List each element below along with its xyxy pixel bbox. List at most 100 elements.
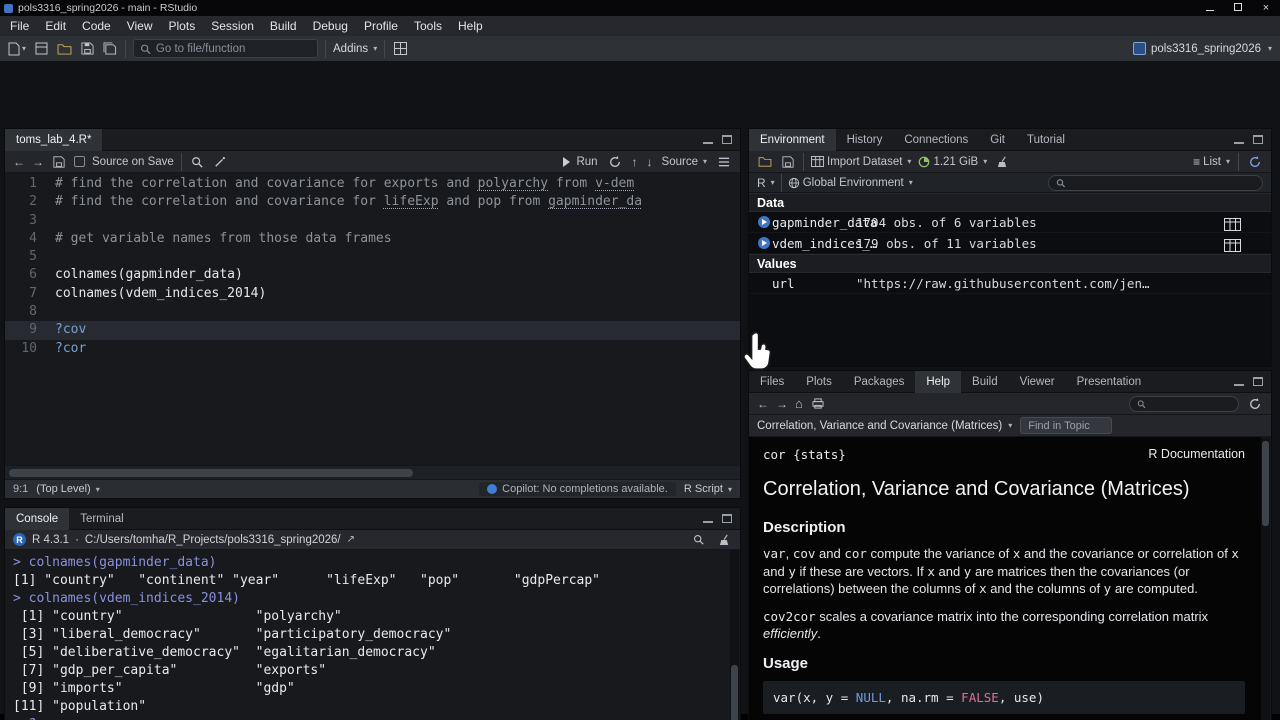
file-type-selector[interactable]: R Script ▾	[684, 483, 732, 495]
environment-row[interactable]: vdem_indices_… 179 obs. of 11 variables	[749, 233, 1271, 254]
new-file-icon[interactable]: ▾	[8, 39, 26, 59]
list-view-selector[interactable]: ≡ List ▾	[1193, 155, 1230, 169]
tab-environment[interactable]: Environment	[749, 129, 836, 151]
source-on-save-toggle[interactable]: Source on Save	[74, 156, 174, 168]
tab-toms-lab-4[interactable]: toms_lab_4.R*	[5, 129, 103, 151]
maximize-button[interactable]	[1224, 0, 1252, 16]
tab-tutorial[interactable]: Tutorial	[1016, 129, 1076, 151]
menu-profile[interactable]: Profile	[356, 16, 406, 36]
back-icon[interactable]: ←	[757, 397, 769, 411]
help-search-input[interactable]	[1149, 397, 1231, 410]
tab-connections[interactable]: Connections	[893, 129, 979, 151]
console-search-icon[interactable]	[690, 530, 706, 550]
load-workspace-icon[interactable]	[757, 152, 773, 172]
tab-presentation[interactable]: Presentation	[1066, 371, 1153, 393]
back-icon[interactable]: ←	[13, 155, 25, 169]
home-icon[interactable]: ⌂	[795, 396, 803, 411]
open-in-new-icon[interactable]: ↗	[347, 534, 355, 545]
new-project-icon[interactable]	[33, 39, 49, 59]
import-dataset-button[interactable]: Import Dataset ▾	[811, 156, 911, 168]
tab-history[interactable]: History	[836, 129, 894, 151]
pane-minimize-icon[interactable]	[1234, 136, 1244, 144]
print-icon[interactable]	[810, 394, 826, 414]
menu-build[interactable]: Build	[262, 16, 305, 36]
scope-selector[interactable]: (Top Level) ▾	[36, 483, 99, 495]
scrollbar-thumb[interactable]	[731, 665, 738, 720]
pane-maximize-icon[interactable]	[722, 514, 732, 523]
rerun-icon[interactable]	[607, 152, 623, 172]
minimize-button[interactable]	[1196, 0, 1224, 16]
menu-tools[interactable]: Tools	[406, 16, 450, 36]
help-search[interactable]	[1129, 395, 1239, 412]
run-button[interactable]: Run	[563, 156, 598, 168]
tab-files[interactable]: Files	[749, 371, 795, 393]
tab-help[interactable]: Help	[915, 371, 962, 393]
refresh-icon[interactable]	[1247, 152, 1263, 172]
save-workspace-icon[interactable]	[780, 152, 796, 172]
save-icon[interactable]	[79, 39, 95, 59]
environment-row[interactable]: gapminder_data 1704 obs. of 6 variables	[749, 212, 1271, 233]
copilot-status[interactable]: Copilot: No completions available.	[479, 482, 676, 496]
topic-selector[interactable]: Correlation, Variance and Covariance (Ma…	[757, 420, 1012, 432]
tab-viewer[interactable]: Viewer	[1009, 371, 1066, 393]
menu-file[interactable]: File	[2, 16, 37, 36]
find-replace-icon[interactable]	[189, 152, 205, 172]
tab-terminal[interactable]: Terminal	[69, 508, 134, 530]
environment-row[interactable]: url "https://raw.githubusercontent.com/je…	[749, 273, 1271, 294]
clear-console-icon[interactable]	[716, 530, 732, 550]
scope-selector[interactable]: Global Environment ▾	[788, 177, 913, 189]
tab-packages[interactable]: Packages	[843, 371, 916, 393]
pane-maximize-icon[interactable]	[722, 135, 732, 144]
editor-horizontal-scrollbar[interactable]	[5, 465, 740, 479]
help-scrollbar[interactable]	[1261, 438, 1270, 720]
scrollbar-thumb[interactable]	[1262, 441, 1269, 526]
pane-maximize-icon[interactable]	[1253, 377, 1263, 386]
menu-view[interactable]: View	[119, 16, 161, 36]
code-tools-icon[interactable]	[212, 152, 228, 172]
menu-plots[interactable]: Plots	[161, 16, 204, 36]
console-scrollbar[interactable]	[730, 550, 739, 720]
save-icon[interactable]	[51, 152, 67, 172]
scrollbar-thumb[interactable]	[9, 469, 414, 477]
language-selector[interactable]: R ▾	[757, 176, 775, 190]
pane-minimize-icon[interactable]	[703, 136, 713, 144]
open-file-icon[interactable]	[56, 39, 72, 59]
memory-usage[interactable]: 1.21 GiB ▾	[918, 156, 987, 168]
expand-icon[interactable]	[755, 237, 772, 249]
close-button[interactable]: ×	[1252, 0, 1280, 16]
find-in-topic[interactable]	[1020, 417, 1113, 434]
forward-icon[interactable]: →	[776, 397, 788, 411]
environment-search[interactable]	[1048, 174, 1263, 191]
expand-icon[interactable]	[755, 216, 772, 228]
tab-git[interactable]: Git	[979, 129, 1016, 151]
pane-maximize-icon[interactable]	[1253, 135, 1263, 144]
goto-file-input[interactable]	[155, 42, 312, 55]
forward-icon[interactable]: →	[32, 155, 44, 169]
menu-help[interactable]: Help	[450, 16, 491, 36]
environment-search-input[interactable]	[1069, 176, 1255, 189]
outline-icon[interactable]	[716, 152, 732, 172]
console-output[interactable]: > colnames(gapminder_data) [1] "country" …	[5, 550, 730, 720]
tab-console[interactable]: Console	[5, 508, 70, 530]
next-chunk-icon[interactable]: ↓	[647, 155, 653, 169]
panes-layout-icon[interactable]	[392, 39, 408, 59]
tab-plots[interactable]: Plots	[795, 371, 843, 393]
menu-session[interactable]: Session	[203, 16, 262, 36]
goto-file-search[interactable]	[133, 39, 319, 58]
view-table-icon[interactable]	[1224, 237, 1241, 258]
previous-chunk-icon[interactable]: ↑	[632, 155, 638, 169]
refresh-icon[interactable]	[1247, 394, 1263, 414]
clear-objects-icon[interactable]	[994, 152, 1010, 172]
save-all-icon[interactable]	[102, 39, 118, 59]
menu-debug[interactable]: Debug	[305, 16, 356, 36]
editor-content[interactable]: 1 # find the correlation and covariance f…	[5, 175, 740, 465]
working-directory[interactable]: C:/Users/tomha/R_Projects/pols3316_sprin…	[85, 534, 341, 546]
project-selector[interactable]: pols3316_spring2026 ▾	[1133, 42, 1272, 55]
menu-code[interactable]: Code	[74, 16, 119, 36]
find-in-topic-input[interactable]	[1028, 419, 1105, 432]
addins-button[interactable]: Addins ▾	[333, 43, 377, 55]
pane-minimize-icon[interactable]	[703, 515, 713, 523]
pane-minimize-icon[interactable]	[1234, 378, 1244, 386]
source-button[interactable]: Source ▾	[662, 156, 707, 168]
tab-build[interactable]: Build	[961, 371, 1009, 393]
